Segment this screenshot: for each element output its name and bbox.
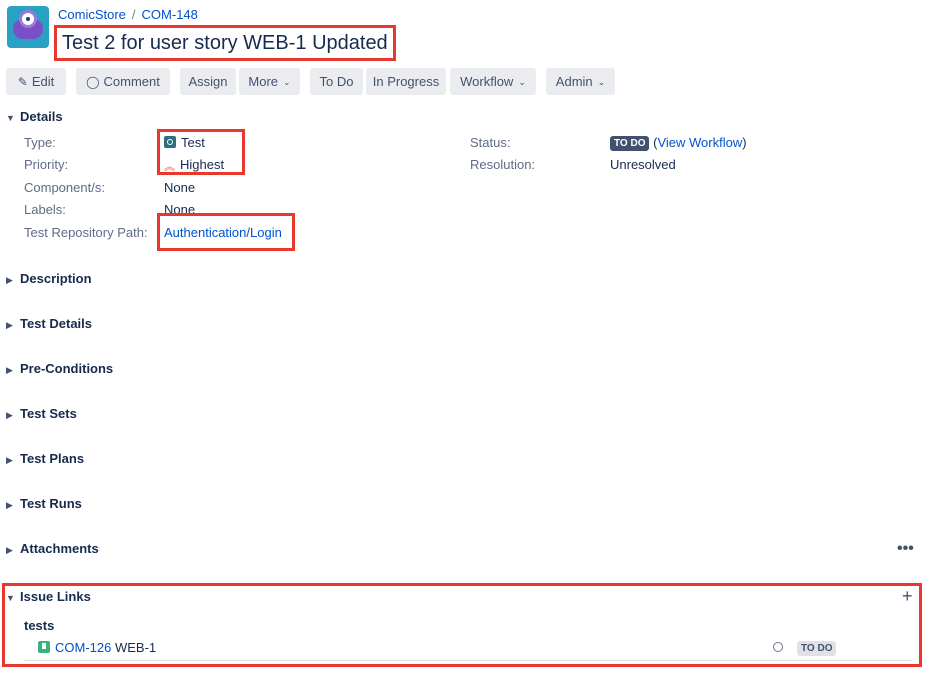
components-value: None [164,180,196,195]
chevron-right-icon: ▶ [6,500,13,510]
test-details-section-header[interactable]: ▶ Test Details [6,316,92,336]
test-sets-section-title: Test Sets [20,406,77,421]
more-button-label: More [248,74,279,89]
breadcrumb-separator: / [131,7,136,22]
project-avatar[interactable] [7,6,49,48]
attachments-section-title: Attachments [20,541,99,556]
view-workflow-link[interactable]: View Workflow [657,135,742,150]
to-do-button-label: To Do [319,74,354,89]
workflow-button-label: Workflow [460,74,514,89]
view-workflow-paren-close: ) [742,135,747,150]
comment-button[interactable]: ◯ Comment [76,68,170,95]
link-type-heading: tests [24,618,55,633]
description-section-header[interactable]: ▶ Description [6,271,92,291]
assign-button-label: Assign [188,74,228,89]
status-badge: TO DO [610,136,650,151]
breadcrumb: ComicStore / COM-148 [58,7,198,22]
labels-label: Labels: [24,202,66,217]
status-value: TO DO (View Workflow) [610,135,747,151]
components-label: Component/s: [24,180,105,195]
edit-button[interactable]: ✎ Edit [6,68,66,95]
attachments-section-header[interactable]: ▶ Attachments [6,541,99,561]
to-do-button[interactable]: To Do [310,68,363,95]
pre-conditions-section-header[interactable]: ▶ Pre-Conditions [6,361,113,381]
chevron-right-icon: ▶ [6,365,13,375]
chevron-down-icon: ▼ [6,593,15,603]
test-details-section-title: Test Details [20,316,93,331]
test-plans-section-title: Test Plans [20,451,85,466]
admin-button-label: Admin [555,74,593,89]
issue-links-section-header[interactable]: ▼ Issue Links [6,589,91,609]
linked-issue-status: TO DO [797,640,837,656]
story-icon [38,641,50,653]
details-section-header[interactable]: ▼ Details [6,109,63,129]
chevron-right-icon: ▶ [6,275,13,285]
type-label: Type: [24,135,56,150]
test-plans-section-header[interactable]: ▶ Test Plans [6,451,84,471]
status-label: Status: [470,135,511,150]
add-link-icon[interactable]: + [902,586,913,607]
pre-conditions-section-title: Pre-Conditions [20,361,114,376]
test-repository-path-label: Test Repository Path: [24,225,148,240]
chevron-down-icon: ⌄ [597,77,606,87]
test-runs-section-title: Test Runs [20,496,82,511]
chevron-down-icon: ⌄ [283,77,291,87]
resolution-value: Unresolved [610,157,676,172]
more-actions-icon[interactable]: ••• [897,540,914,558]
resolution-label: Resolution: [470,157,536,172]
highlight-type-priority [157,129,245,175]
issue-links-section-title: Issue Links [20,589,91,604]
chevron-down-icon: ⌄ [518,77,526,87]
chevron-right-icon: ▶ [6,455,13,465]
breadcrumb-project-link[interactable]: ComicStore [58,7,126,22]
linked-issue-summary: WEB-1 [114,640,157,655]
breadcrumb-issue-link[interactable]: COM-148 [142,7,198,22]
assign-button[interactable]: Assign [180,68,236,95]
pencil-icon: ✎ [17,75,28,89]
details-section-title: Details [20,109,63,124]
test-runs-section-header[interactable]: ▶ Test Runs [6,496,82,516]
chevron-down-icon: ▼ [6,113,15,123]
page-title[interactable]: Test 2 for user story WEB-1 Updated [54,25,396,61]
priority-circle-icon [773,642,783,652]
edit-button-label: Edit [31,74,55,89]
highlight-repository-path [157,213,295,251]
comment-button-label: Comment [103,74,160,89]
avatar-monster-pupil [26,17,30,21]
in-progress-button-label: In Progress [372,74,440,89]
more-button[interactable]: More ⌄ [239,68,300,95]
linked-issue-key[interactable]: COM-126 [55,640,111,655]
chevron-right-icon: ▶ [6,545,13,555]
linked-issue-status-badge: TO DO [797,641,837,656]
test-sets-section-header[interactable]: ▶ Test Sets [6,406,77,426]
description-section-title: Description [20,271,92,286]
link-row-divider [24,660,912,661]
workflow-button[interactable]: Workflow ⌄ [450,68,536,95]
chevron-right-icon: ▶ [6,320,13,330]
issue-link-row[interactable]: COM-126 WEB-1 [38,640,156,655]
chevron-right-icon: ▶ [6,410,13,420]
priority-label: Priority: [24,157,69,172]
admin-button[interactable]: Admin ⌄ [546,68,615,95]
in-progress-button[interactable]: In Progress [366,68,446,95]
speech-bubble-icon: ◯ [86,75,100,89]
